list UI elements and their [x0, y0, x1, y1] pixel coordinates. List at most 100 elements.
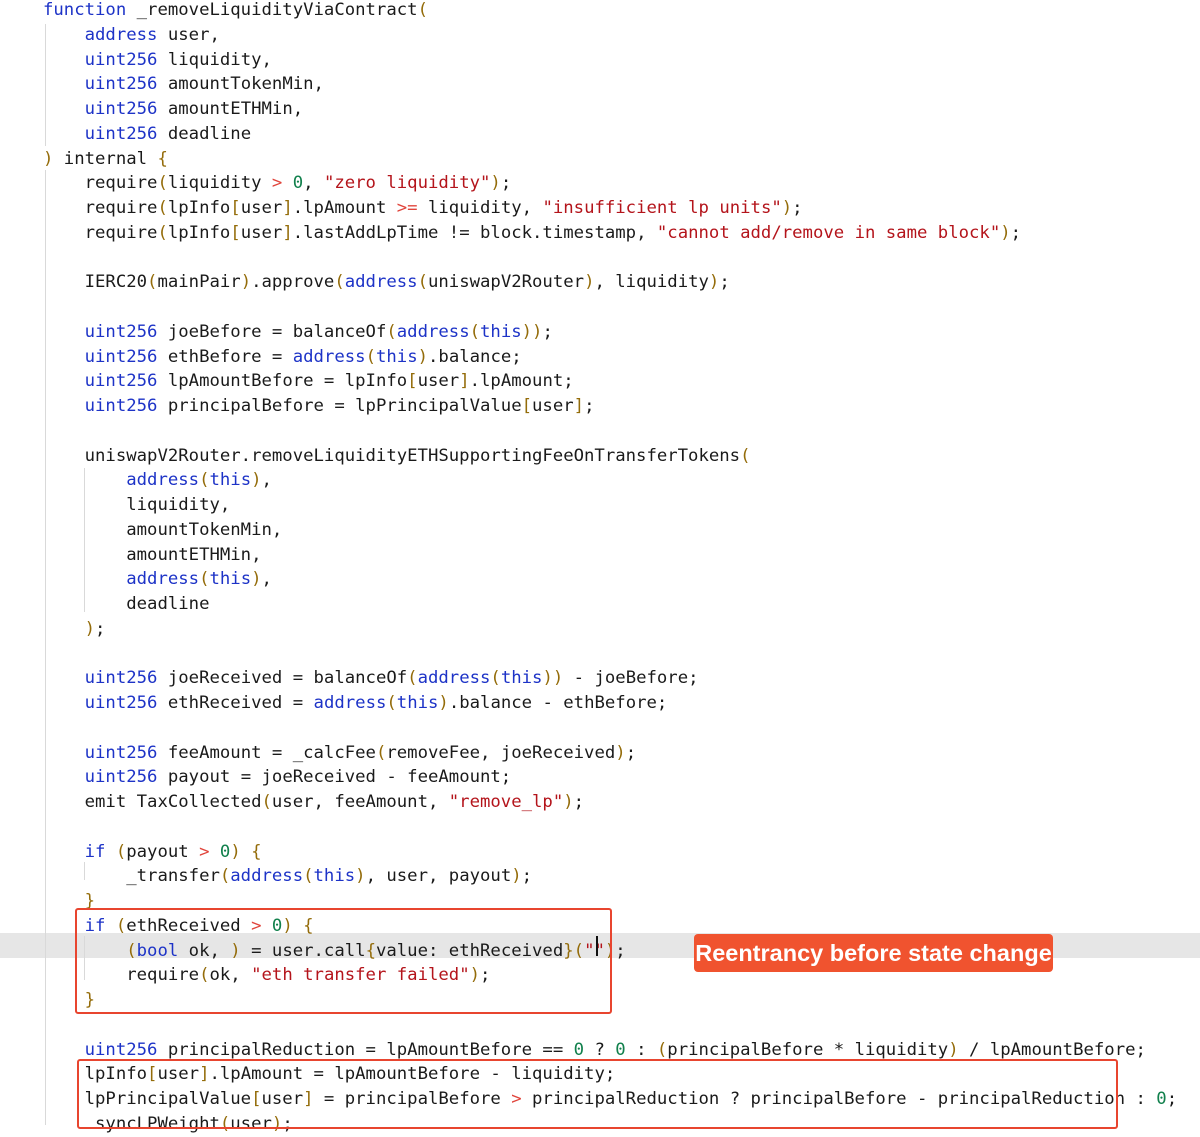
- code-token: ;: [719, 272, 730, 293]
- code-token: principalBefore * liquidity: [667, 1039, 949, 1060]
- code-token: uint256: [84, 371, 158, 392]
- code-token: this: [313, 866, 356, 887]
- code-line: uint256 joeReceived = balanceOf(address(…: [43, 666, 699, 691]
- code-token: "zero liquidity": [323, 173, 491, 194]
- code-token: , liquidity: [594, 272, 709, 293]
- highlight-box-eth-transfer: [75, 908, 612, 1014]
- code-token: uint256: [84, 1039, 158, 1060]
- code-token: >=: [396, 198, 418, 218]
- code-token: uint256: [84, 346, 158, 367]
- code-token: uint256: [84, 123, 158, 144]
- code-token: liquidity,: [157, 49, 272, 70]
- code-token: ]: [573, 396, 585, 416]
- code-token: ;: [521, 866, 533, 887]
- code-token: emit TaxCollected: [43, 792, 262, 812]
- code-token: (: [375, 742, 387, 763]
- code-token: ]: [282, 198, 293, 218]
- code-token: lpAmountBefore = lpInfo: [157, 371, 408, 392]
- code-token: uint256: [84, 74, 158, 95]
- code-token: require: [43, 173, 158, 194]
- code-token: payout = joeReceived - feeAmount;: [157, 767, 512, 788]
- code-token: ethReceived =: [157, 693, 314, 713]
- code-token: user: [240, 222, 283, 243]
- code-line: uint256 joeBefore = balanceOf(address(th…: [43, 320, 553, 345]
- code-token: address: [84, 24, 158, 45]
- code-token: "insufficient lp units": [542, 198, 782, 218]
- code-token: [: [230, 222, 241, 243]
- code-line: uint256 principalBefore = lpPrincipalVal…: [43, 394, 595, 419]
- code-token: feeAmount = _calcFee: [157, 742, 376, 763]
- code-token: this: [209, 470, 252, 491]
- code-token: joeReceived = balanceOf: [157, 668, 408, 689]
- code-line: uint256 amountETHMin,: [43, 97, 304, 122]
- code-token: ): [438, 693, 449, 713]
- code-line: liquidity,: [43, 493, 230, 518]
- code-token: >: [199, 841, 210, 862]
- reentrancy-callout-label: Reentrancy before state change: [694, 934, 1053, 972]
- code-line: address(this),: [43, 567, 272, 592]
- code-token: ]: [282, 222, 293, 243]
- code-token: ,: [303, 173, 324, 194]
- code-line: uint256 lpAmountBefore = lpInfo[user].lp…: [43, 369, 574, 394]
- code-token: (: [386, 321, 397, 342]
- code-token: 0: [615, 1039, 626, 1060]
- code-token: uint256: [84, 49, 158, 70]
- code-token: function: [43, 0, 127, 20]
- code-token: .balance;: [428, 346, 522, 367]
- code-token: )): [542, 668, 564, 689]
- code-token: uniswapV2Router.removeLiquidityETHSuppor…: [43, 445, 741, 466]
- code-token: , user, payout: [365, 866, 512, 887]
- code-line: amountTokenMin,: [43, 518, 282, 543]
- code-token: lpInfo: [167, 198, 231, 218]
- code-token: (: [740, 445, 751, 466]
- code-token: (: [219, 866, 231, 887]
- code-token: uint256: [84, 396, 158, 416]
- code-token: uint256: [84, 321, 158, 342]
- code-token: ,: [261, 569, 272, 590]
- code-line: address user,: [43, 23, 220, 48]
- code-token: (: [417, 272, 428, 293]
- code-token: user: [532, 396, 574, 416]
- code-token: [: [521, 396, 533, 416]
- code-line: uint256 feeAmount = _calcFee(removeFee, …: [43, 741, 636, 766]
- code-token: principalReduction = lpAmountBefore ==: [157, 1039, 574, 1060]
- code-token: address: [417, 668, 491, 689]
- code-token: ): [251, 470, 262, 491]
- code-token: require: [43, 222, 158, 243]
- code-token: ;: [615, 940, 626, 961]
- code-token: "cannot add/remove in same block": [656, 222, 1001, 243]
- code-token: ): [490, 173, 501, 194]
- code-token: (: [261, 792, 272, 812]
- code-token: IERC20: [43, 272, 148, 293]
- code-token: (: [469, 321, 481, 342]
- code-token: liquidity: [167, 173, 272, 194]
- code-line: uniswapV2Router.removeLiquidityETHSuppor…: [43, 444, 751, 469]
- code-token: uint256: [84, 668, 158, 689]
- code-line: require(lpInfo[user].lastAddLpTime != bl…: [43, 221, 1021, 246]
- code-line: uint256 payout = joeReceived - feeAmount…: [43, 765, 512, 790]
- code-token: ): [43, 148, 54, 169]
- code-token: user: [417, 371, 460, 392]
- code-token: lpInfo: [167, 222, 231, 243]
- code-line: uint256 liquidity,: [43, 48, 272, 73]
- code-line: uint256 ethBefore = address(this).balanc…: [43, 345, 522, 370]
- code-token: ;: [1010, 222, 1022, 243]
- code-token: )): [521, 321, 543, 342]
- code-token: this: [500, 668, 543, 689]
- code-token: this: [375, 346, 418, 367]
- code-token: (: [157, 173, 168, 194]
- code-token: uint256: [84, 99, 158, 119]
- code-token: ): [615, 742, 626, 763]
- code-token: _transfer: [43, 866, 220, 887]
- code-token: ): [417, 346, 429, 367]
